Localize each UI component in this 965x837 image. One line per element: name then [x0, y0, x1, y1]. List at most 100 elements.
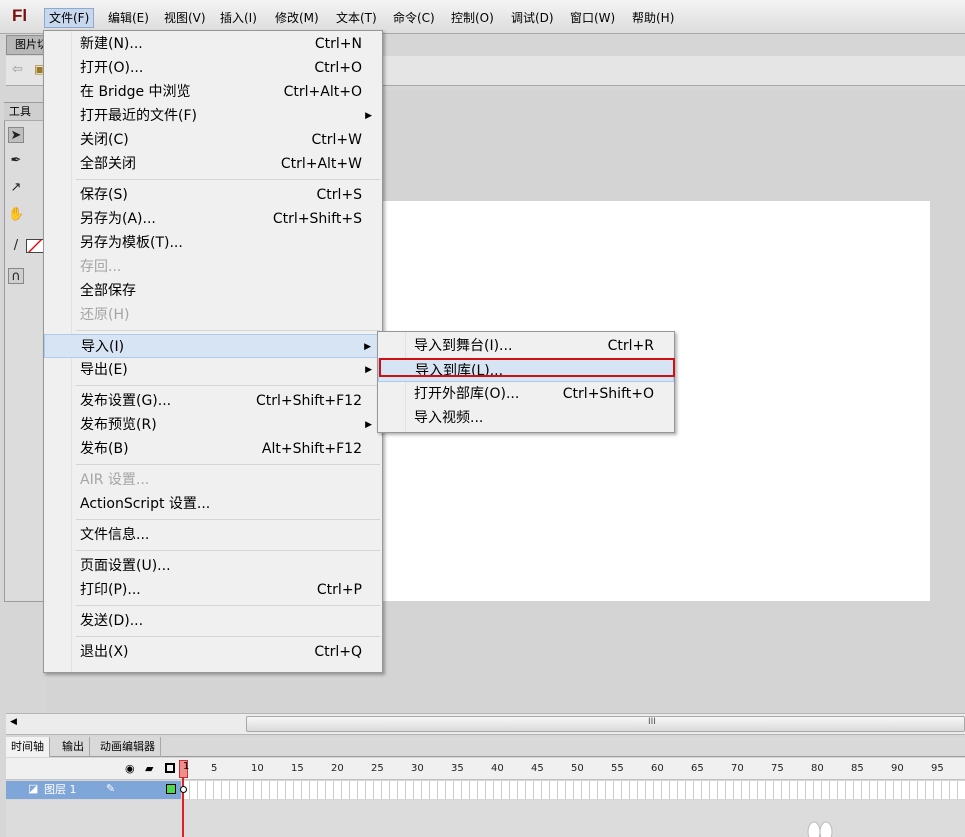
frame-number: 70 — [731, 763, 744, 774]
menu-item-label: 保存(S) — [80, 187, 128, 203]
hand-tool-icon[interactable]: ✋ — [8, 207, 24, 223]
menu-separator — [76, 605, 380, 606]
pencil-icon: ✎ — [106, 782, 116, 795]
menu-item-label: 导出(E) — [80, 362, 128, 378]
menu-item-save-as-template[interactable]: 另存为模板(T)... — [44, 231, 382, 255]
frame-number: 20 — [331, 763, 344, 774]
menu-edit[interactable]: 编辑(E) — [104, 8, 153, 28]
menu-item-shortcut: Ctrl+P — [316, 582, 362, 598]
menu-item-shortcut: Ctrl+Shift+O — [562, 386, 654, 402]
menu-item-page-setup[interactable]: 页面设置(U)... — [44, 554, 382, 578]
menu-item-send[interactable]: 发送(D)... — [44, 609, 382, 633]
menu-item-label: 新建(N)... — [80, 36, 143, 52]
layer-name[interactable]: 图层 1 — [44, 781, 77, 799]
submenu-arrow-icon: ▶ — [365, 111, 372, 121]
submenu-arrow-icon: ▶ — [364, 342, 371, 352]
bone-tool-icon[interactable]: ↗ — [8, 180, 24, 196]
outline-icon[interactable] — [165, 763, 175, 773]
frame-number: 30 — [411, 763, 424, 774]
menu-modify[interactable]: 修改(M) — [271, 8, 323, 28]
menu-view[interactable]: 视图(V) — [160, 8, 210, 28]
menu-item-export[interactable]: 导出(E) ▶ — [44, 358, 382, 382]
menu-insert[interactable]: 插入(I) — [216, 8, 261, 28]
back-arrow-icon[interactable]: ⇦ — [12, 62, 23, 77]
submenu-item-import-video[interactable]: 导入视频... — [378, 406, 674, 430]
menu-item-shortcut: Ctrl+R — [607, 338, 654, 354]
lock-icon[interactable]: ▰ — [145, 762, 153, 775]
menu-item-close[interactable]: 关闭(C) Ctrl+W — [44, 128, 382, 152]
menu-item-label: AIR 设置... — [80, 472, 150, 488]
menu-item-label: 导入(I) — [81, 339, 125, 355]
menu-item-shortcut: Ctrl+O — [314, 60, 362, 76]
submenu-item-import-to-stage[interactable]: 导入到舞台(I)... Ctrl+R — [378, 334, 674, 358]
scroll-left-arrow-icon[interactable]: ◀ — [10, 717, 17, 727]
tab-timeline[interactable]: 时间轴 — [6, 737, 50, 757]
menu-item-import[interactable]: 导入(I) ▶ — [44, 334, 382, 358]
menu-item-label: 退出(X) — [80, 644, 129, 660]
menu-item-open[interactable]: 打开(O)... Ctrl+O — [44, 56, 382, 80]
menu-item-new[interactable]: 新建(N)... Ctrl+N — [44, 32, 382, 56]
menu-item-browse-in-bridge[interactable]: 在 Bridge 中浏览 Ctrl+Alt+O — [44, 80, 382, 104]
frame-number: 10 — [251, 763, 264, 774]
selection-tool-icon[interactable]: ➤ — [8, 127, 24, 143]
menu-item-print[interactable]: 打印(P)... Ctrl+P — [44, 578, 382, 602]
frame-number: 40 — [491, 763, 504, 774]
eye-icon[interactable]: ◉ — [125, 762, 135, 775]
frame-number: 65 — [691, 763, 704, 774]
menu-item-shortcut: Ctrl+Q — [314, 644, 362, 660]
frame-number: 25 — [371, 763, 384, 774]
menu-item-save-as[interactable]: 另存为(A)... Ctrl+Shift+S — [44, 207, 382, 231]
menu-text[interactable]: 文本(T) — [332, 8, 381, 28]
highlight-annotation-box — [379, 358, 675, 377]
menu-item-open-recent[interactable]: 打开最近的文件(F) ▶ — [44, 104, 382, 128]
menu-control[interactable]: 控制(O) — [447, 8, 498, 28]
frame-number: 60 — [651, 763, 664, 774]
menu-item-label: 还原(H) — [80, 307, 130, 323]
menu-debug[interactable]: 调试(D) — [507, 8, 558, 28]
menu-item-save[interactable]: 保存(S) Ctrl+S — [44, 183, 382, 207]
stroke-color-icon[interactable]: / — [8, 238, 24, 254]
pen-tool-icon[interactable]: ✒ — [8, 153, 24, 169]
menu-item-revert: 还原(H) — [44, 303, 382, 327]
menu-item-actionscript-settings[interactable]: ActionScript 设置... — [44, 492, 382, 516]
menu-item-check-in: 存回... — [44, 255, 382, 279]
menu-item-file-info[interactable]: 文件信息... — [44, 523, 382, 547]
menu-item-label: 页面设置(U)... — [80, 558, 171, 574]
fill-color-swatch[interactable] — [26, 239, 44, 253]
menu-item-label: 全部保存 — [80, 283, 136, 299]
menu-item-label: 打开最近的文件(F) — [80, 108, 197, 124]
menu-item-label: 发布预览(R) — [80, 417, 157, 433]
menu-file[interactable]: 文件(F) — [44, 8, 95, 28]
menu-item-publish-preview[interactable]: 发布预览(R) ▶ — [44, 413, 382, 437]
frame-number: 85 — [851, 763, 864, 774]
menu-separator — [76, 464, 380, 465]
keyframe-dot[interactable] — [180, 786, 187, 793]
submenu-item-open-external-library[interactable]: 打开外部库(O)... Ctrl+Shift+O — [378, 382, 674, 406]
menu-item-label: 发布(B) — [80, 441, 129, 457]
layer-color-swatch[interactable] — [166, 784, 176, 794]
menu-item-shortcut: Alt+Shift+F12 — [261, 441, 362, 457]
snap-magnet-icon[interactable]: ∩ — [8, 268, 24, 284]
menu-commands[interactable]: 命令(C) — [389, 8, 439, 28]
menu-item-save-all[interactable]: 全部保存 — [44, 279, 382, 303]
menu-item-shortcut: Ctrl+W — [311, 132, 362, 148]
bunny-watermark-icon — [807, 821, 833, 837]
tab-output[interactable]: 输出 — [57, 737, 90, 757]
scrollbar-thumb[interactable] — [246, 716, 965, 732]
menu-item-close-all[interactable]: 全部关闭 Ctrl+Alt+W — [44, 152, 382, 176]
tab-motion-editor[interactable]: 动画编辑器 — [95, 737, 161, 757]
scrollbar-grip: III — [648, 717, 656, 727]
menu-item-label: 导入视频... — [414, 410, 484, 426]
menu-item-label: 存回... — [80, 259, 122, 275]
playhead-frame-label: 1 — [183, 761, 190, 772]
menu-item-exit[interactable]: 退出(X) Ctrl+Q — [44, 640, 382, 664]
menu-help[interactable]: 帮助(H) — [628, 8, 678, 28]
menu-item-label: 全部关闭 — [80, 156, 136, 172]
menu-window[interactable]: 窗口(W) — [566, 8, 619, 28]
menu-item-publish[interactable]: 发布(B) Alt+Shift+F12 — [44, 437, 382, 461]
frame-cells[interactable] — [182, 781, 965, 799]
menu-item-publish-settings[interactable]: 发布设置(G)... Ctrl+Shift+F12 — [44, 389, 382, 413]
menu-separator — [76, 179, 380, 180]
menu-separator — [76, 636, 380, 637]
menu-item-shortcut: Ctrl+N — [314, 36, 362, 52]
